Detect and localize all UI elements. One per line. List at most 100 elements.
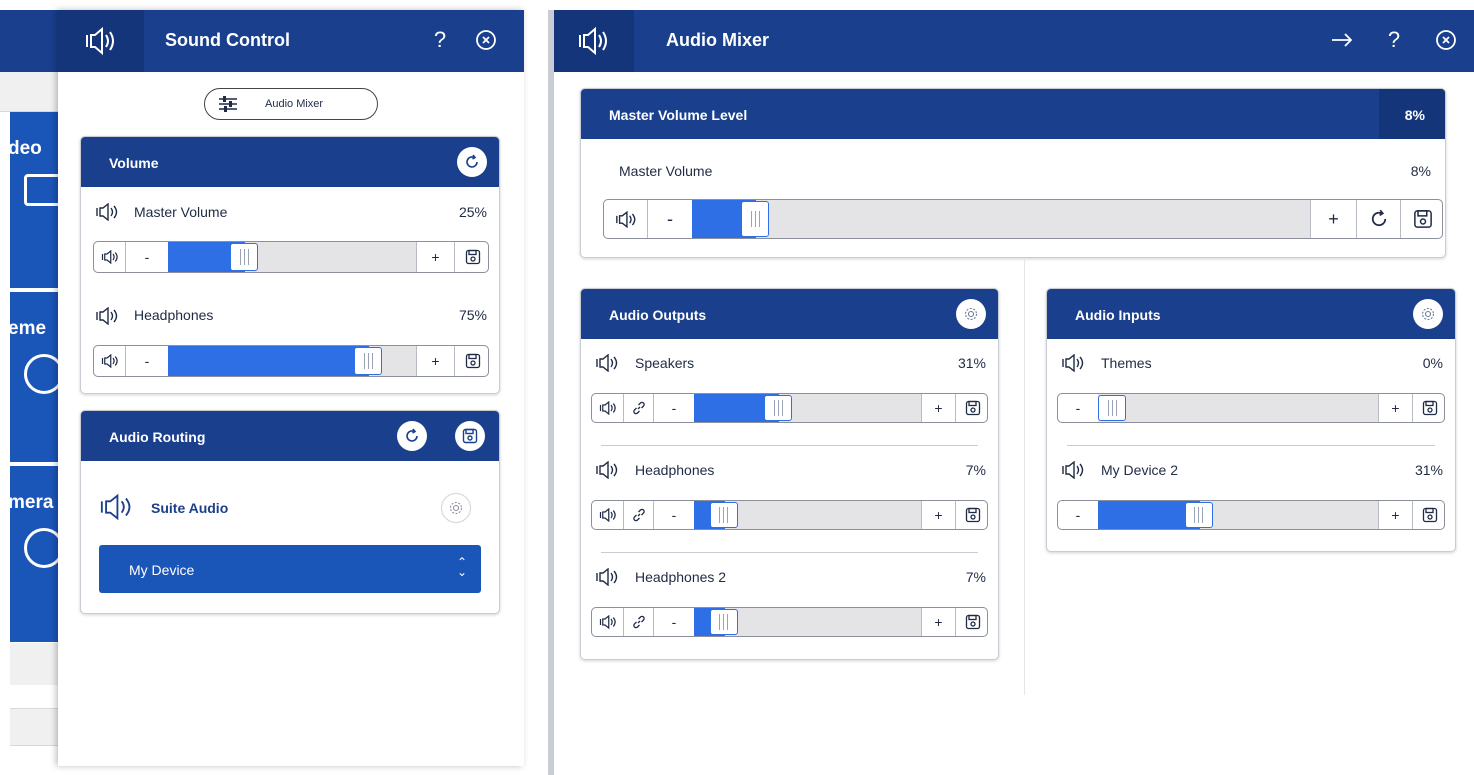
slider-track[interactable] [1098,501,1378,529]
slider-track[interactable] [692,200,1310,238]
volume-card: Volume Master Volume 25% - + Headphones … [80,136,500,394]
close-icon[interactable] [1432,26,1460,54]
decrease-button[interactable]: - [648,200,692,238]
gear-icon[interactable] [1413,299,1443,329]
increase-button[interactable]: + [416,346,454,376]
mute-button[interactable] [592,501,624,529]
decrease-button[interactable]: - [654,501,694,529]
audio-routing-card: Audio Routing Suite Audio My Device ⌃ ⌄ [80,410,500,614]
device-select[interactable]: My Device ⌃ ⌄ [99,545,481,593]
audio-outputs-card: Audio Outputs Speakers 31% - + Headphones… [580,288,999,660]
mute-button[interactable] [94,346,126,376]
close-icon[interactable] [472,26,500,54]
link-icon[interactable] [624,501,654,529]
help-icon[interactable]: ? [426,26,454,54]
increase-button[interactable]: + [921,394,955,422]
mute-button[interactable] [592,608,624,636]
slider-thumb[interactable] [354,347,382,375]
save-icon[interactable] [955,608,987,636]
slider-track[interactable] [694,501,921,529]
master-volume-card: Master Volume Level 8% Master Volume 8% … [580,88,1446,258]
background-tile-camera[interactable]: mera [10,466,60,642]
save-icon[interactable] [454,346,488,376]
link-icon[interactable] [624,608,654,636]
background-tile-themes[interactable]: eme [10,292,60,462]
channel-value: 25% [458,204,487,220]
increase-button[interactable]: + [1378,394,1412,422]
mute-button[interactable] [592,394,624,422]
slider-thumb[interactable] [741,201,770,237]
channel-value: 0% [1422,355,1443,371]
save-icon[interactable] [1400,200,1442,238]
channel-label: Headphones [134,307,214,323]
save-icon[interactable] [454,242,488,272]
channel-slider[interactable]: - + [1057,500,1445,530]
channel-label: Themes [1101,355,1152,371]
slider-thumb[interactable] [709,609,738,635]
slider-track[interactable] [694,394,921,422]
channel-slider[interactable]: - + [1057,393,1445,423]
save-icon[interactable] [1412,501,1444,529]
speaker-icon [595,354,619,372]
refresh-icon[interactable] [1356,200,1400,238]
channel-label: Speakers [635,355,695,371]
decrease-button[interactable]: - [126,242,168,272]
save-icon[interactable] [455,421,485,451]
sound-control-header: Sound Control ? [58,10,524,72]
mute-button[interactable] [94,242,126,272]
decrease-button[interactable]: - [654,608,694,636]
background-app: deo eme mera [0,0,60,775]
save-icon[interactable] [955,501,987,529]
channel-value: 7% [965,462,986,478]
background-tile-video[interactable]: deo [10,112,60,288]
audio-mixer-title: Audio Mixer [666,30,770,50]
slider-thumb[interactable] [1098,395,1126,421]
slider-thumb[interactable] [764,395,793,421]
monitor-icon [24,174,60,206]
help-icon[interactable]: ? [1380,26,1408,54]
slider-thumb[interactable] [230,243,258,271]
channel-label: My Device 2 [1101,462,1179,478]
slider-thumb[interactable] [709,502,738,528]
audio-mixer-button[interactable]: Audio Mixer [204,88,378,120]
sound-control-panel: Sound Control ? Audio Mixer Volume Maste… [58,10,524,766]
slider-track[interactable] [168,346,416,376]
increase-button[interactable]: + [921,501,955,529]
increase-button[interactable]: + [416,242,454,272]
link-icon[interactable] [624,394,654,422]
increase-button[interactable]: + [1310,200,1356,238]
increase-button[interactable]: + [921,608,955,636]
channel-label: Headphones [635,462,715,478]
channel-slider[interactable]: - + [591,393,988,423]
volume-card-header: Volume [81,137,499,187]
sound-control-title: Sound Control [165,30,290,50]
volume-card-title: Volume [109,155,159,171]
background-tile-label: deo [10,138,42,159]
headphones-slider[interactable]: - + [93,345,489,377]
speaker-icon [1061,354,1085,372]
channel-slider[interactable]: - + [591,607,988,637]
decrease-button[interactable]: - [654,394,694,422]
mute-button[interactable] [604,200,648,238]
decrease-button[interactable]: - [1058,501,1098,529]
save-icon[interactable] [955,394,987,422]
channel-slider[interactable]: - + [591,500,988,530]
decrease-button[interactable]: - [1058,394,1098,422]
refresh-icon[interactable] [457,147,487,177]
save-icon[interactable] [1412,394,1444,422]
gear-icon[interactable] [956,299,986,329]
row-divider [601,445,978,446]
arrow-right-icon[interactable] [1328,26,1356,54]
refresh-icon[interactable] [397,421,427,451]
background-app-toolbar [0,72,60,112]
slider-track[interactable] [694,608,921,636]
decrease-button[interactable]: - [126,346,168,376]
gear-icon[interactable] [441,493,471,523]
camera-icon [24,528,60,568]
master-volume-slider[interactable]: - + [603,199,1443,239]
increase-button[interactable]: + [1378,501,1412,529]
slider-thumb[interactable] [1184,502,1213,528]
master-volume-slider[interactable]: - + [93,241,489,273]
slider-track[interactable] [1098,394,1378,422]
slider-track[interactable] [168,242,416,272]
